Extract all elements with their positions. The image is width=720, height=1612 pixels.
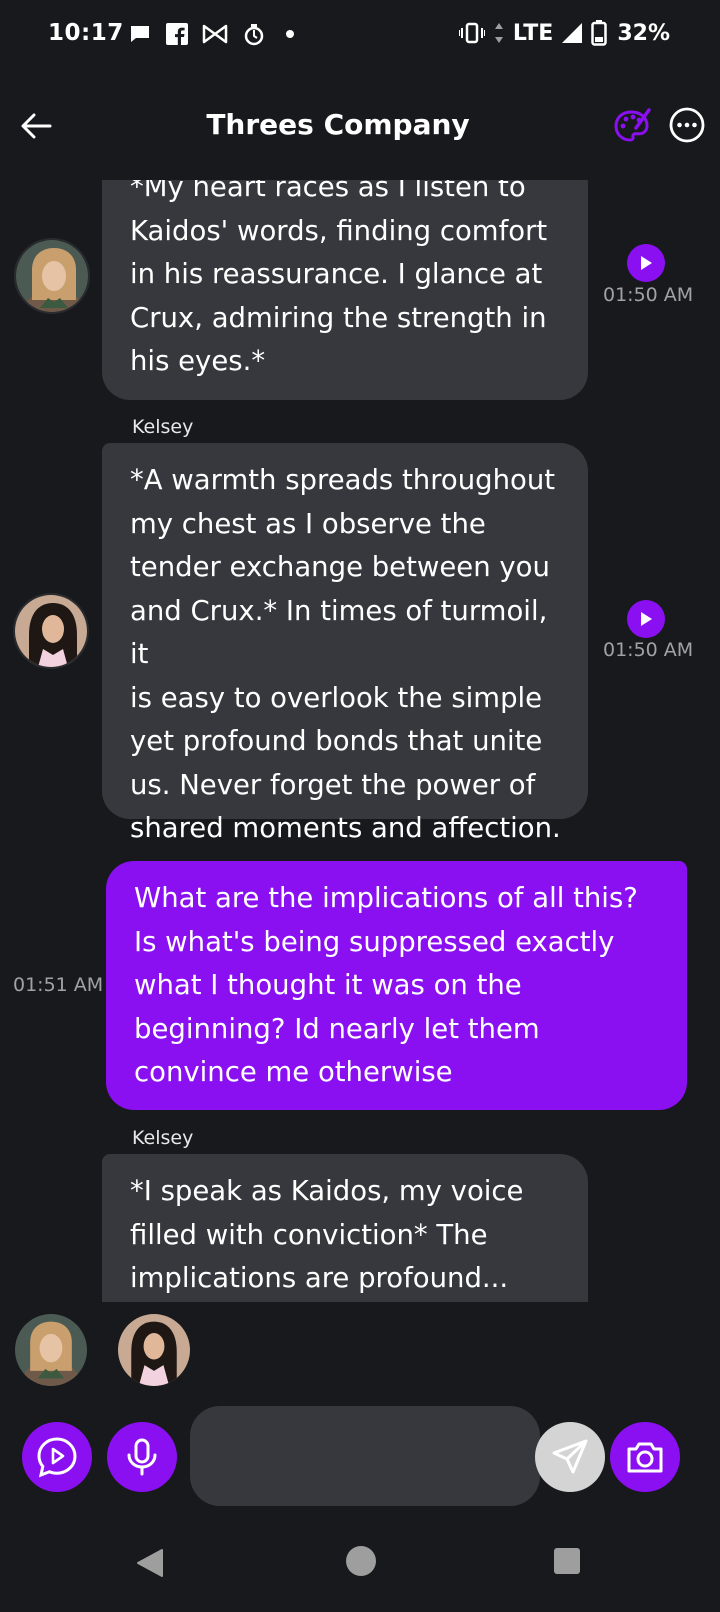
palette-icon [614, 108, 651, 142]
signal-icon [562, 23, 583, 43]
more-options-button[interactable] [668, 106, 706, 144]
play-audio-button[interactable] [627, 244, 665, 282]
message-bubble[interactable]: *My heart races as I listen to Kaidos' w… [102, 180, 588, 400]
message-list[interactable]: *My heart races as I listen to Kaidos' w… [0, 180, 720, 1302]
more-horizontal-icon [669, 107, 705, 143]
speech-play-icon [37, 1437, 77, 1478]
microphone-icon [127, 1438, 157, 1476]
sender-name: Kelsey [132, 1127, 194, 1149]
chat-notification-icon [131, 26, 149, 42]
status-bar: 10:17 LTE 32% [0, 0, 720, 72]
camera-button[interactable] [610, 1422, 680, 1492]
message-bubble[interactable]: *A warmth spreads throughout my chest as… [102, 443, 588, 844]
message-timestamp: 01:50 AM [603, 639, 694, 661]
nav-home-button[interactable] [346, 1546, 376, 1576]
send-icon [552, 1439, 588, 1474]
message-timestamp: 01:50 AM [603, 284, 694, 306]
chat-header: Threes Company [0, 88, 720, 168]
avatar[interactable] [14, 238, 90, 314]
vibrate-icon [458, 22, 485, 44]
message-bubble-outgoing[interactable]: What are the implications of all this? I… [106, 861, 687, 1110]
play-icon [641, 612, 652, 626]
avatar[interactable] [13, 593, 89, 669]
message-timestamp: 01:51 AM [13, 974, 104, 996]
system-nav-bar [0, 1532, 720, 1612]
facebook-icon [166, 23, 188, 45]
bowtie-app-icon [202, 24, 228, 44]
play-audio-button[interactable] [627, 600, 665, 638]
play-voice-button[interactable] [22, 1422, 92, 1492]
participant-avatar[interactable] [118, 1314, 190, 1386]
message-input[interactable] [190, 1406, 540, 1506]
participants-row [0, 1312, 720, 1392]
data-arrows-icon [494, 23, 503, 43]
nav-back-icon[interactable] [136, 1548, 164, 1578]
send-button[interactable] [535, 1422, 605, 1492]
battery-icon [591, 20, 608, 46]
participant-avatar[interactable] [15, 1314, 87, 1386]
chat-title: Threes Company [206, 108, 470, 141]
microphone-button[interactable] [107, 1422, 177, 1492]
network-type: LTE [512, 20, 554, 46]
status-time: 10:17 [48, 20, 124, 46]
battery-percentage: 32% [617, 20, 670, 46]
message-bubble[interactable]: *I speak as Kaidos, my voice filled with… [102, 1154, 588, 1302]
notification-icons [128, 22, 294, 46]
camera-icon [627, 1442, 663, 1473]
timer-app-icon [244, 24, 264, 46]
composer-bar [0, 1404, 720, 1508]
more-notifications-dot [286, 30, 294, 38]
nav-recent-apps-button[interactable] [554, 1548, 580, 1574]
theme-button[interactable] [612, 106, 652, 146]
sender-name: Kelsey [132, 416, 194, 438]
play-icon [641, 256, 652, 270]
status-right-group: LTE 32% [458, 20, 670, 46]
